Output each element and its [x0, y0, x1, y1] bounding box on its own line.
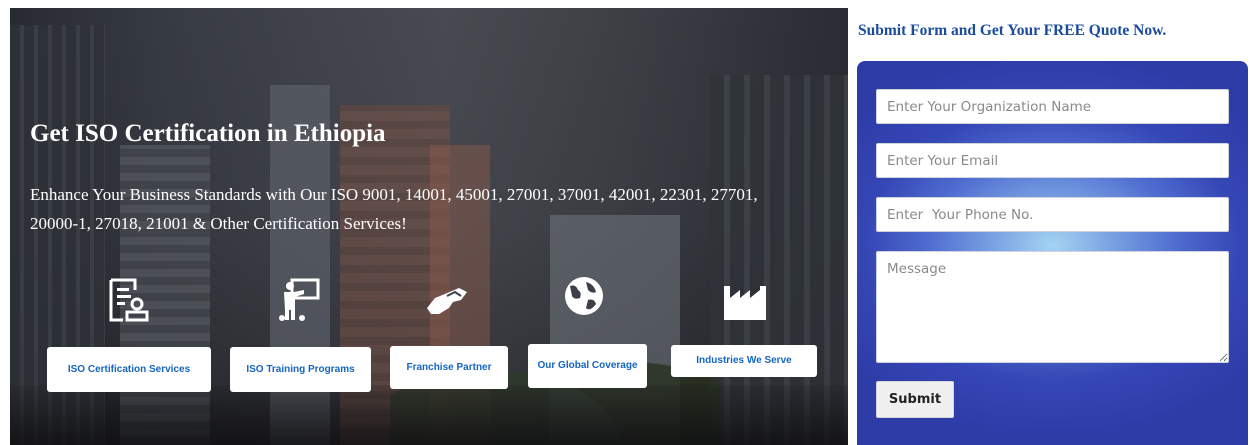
certificate-icon	[109, 278, 149, 322]
form-title: Submit Form and Get Your FREE Quote Now.	[858, 22, 1167, 39]
service-iso-training[interactable]: ISO Training Programs	[230, 278, 380, 393]
page-title: Get ISO Certification in Ethiopia	[30, 120, 386, 147]
submit-button[interactable]: Submit	[876, 381, 954, 418]
hero-banner: Get ISO Certification in Ethiopia Enhanc…	[10, 8, 848, 445]
service-label[interactable]: Industries We Serve	[671, 345, 817, 377]
organization-name-input[interactable]	[876, 89, 1229, 124]
factory-icon	[724, 286, 766, 320]
email-input[interactable]	[876, 143, 1229, 178]
service-label[interactable]: ISO Training Programs	[230, 347, 371, 392]
service-iso-certification[interactable]: ISO Certification Services	[47, 278, 211, 393]
quote-form: Submit	[857, 61, 1248, 445]
service-label[interactable]: ISO Certification Services	[47, 347, 211, 392]
service-global-coverage[interactable]: Our Global Coverage	[528, 274, 678, 389]
hero-subtitle: Enhance Your Business Standards with Our…	[30, 185, 758, 233]
service-industries[interactable]: Industries We Serve	[671, 278, 821, 393]
service-label[interactable]: Franchise Partner	[390, 346, 508, 389]
phone-input[interactable]	[876, 197, 1229, 232]
service-label[interactable]: Our Global Coverage	[528, 344, 647, 388]
globe-icon	[565, 277, 603, 315]
background-road	[10, 385, 848, 445]
message-textarea[interactable]	[876, 251, 1229, 363]
training-presenter-icon	[279, 278, 320, 321]
service-franchise-partner[interactable]: Franchise Partner	[390, 278, 540, 393]
handshake-icon	[427, 288, 467, 314]
